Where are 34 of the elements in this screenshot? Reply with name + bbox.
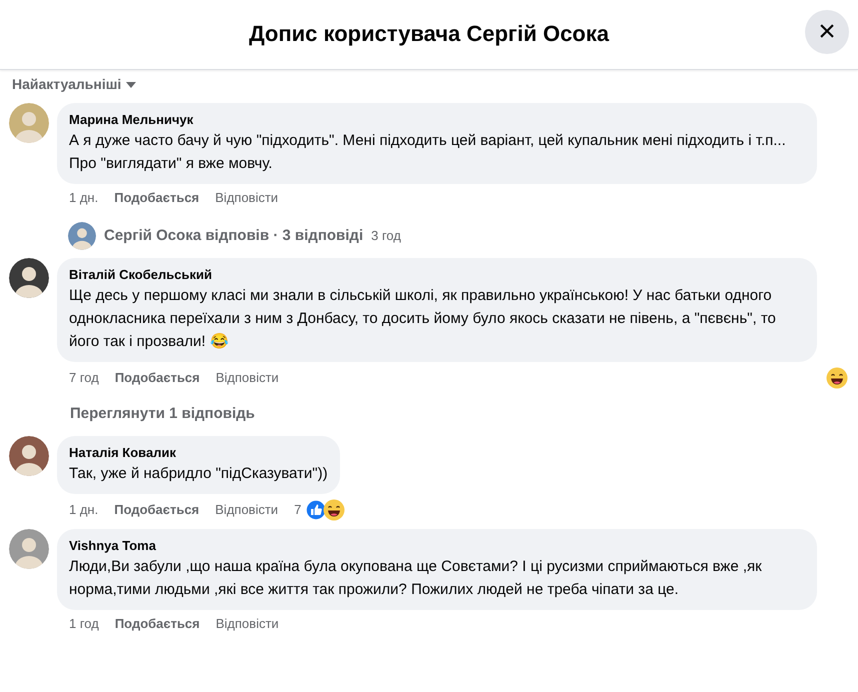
- view-replies-link[interactable]: Переглянути 1 відповідь: [70, 405, 255, 422]
- avatar[interactable]: [9, 436, 49, 476]
- like-link[interactable]: Подобається: [114, 189, 200, 207]
- laughing-emoji-icon: [323, 498, 346, 520]
- reply-link[interactable]: Відповісти: [215, 189, 278, 207]
- comment-text: Так, уже й набридло "підСказувати")): [69, 464, 328, 484]
- comment-text: А я дуже часто бачу й чую "підходить". Мені підходить цей варіант, цей купальник мені підходить і т.п... Про "виглядати" я вже мовчу.: [69, 131, 787, 174]
- avatar[interactable]: [9, 258, 49, 298]
- laughing-emoji-icon: [826, 367, 848, 389]
- author-name[interactable]: Віталій Скобельський: [69, 266, 805, 284]
- replies-link[interactable]: Сергій Осока відповів · 3 відповіді: [104, 224, 364, 248]
- like-link[interactable]: Подобається: [114, 369, 200, 387]
- reaction-summary[interactable]: 7: [294, 498, 346, 520]
- author-name[interactable]: Марина Мельничук: [69, 111, 805, 129]
- like-link[interactable]: Подобається: [114, 614, 200, 632]
- author-name[interactable]: Наталія Ковалик: [69, 444, 328, 462]
- close-button[interactable]: ×: [805, 10, 849, 54]
- comment-time[interactable]: 7 год: [69, 369, 99, 387]
- author-name[interactable]: Vishnya Toma: [69, 536, 805, 554]
- dialog-title: Допис користувача Сергій Осока: [248, 21, 609, 48]
- reply-time: 3 год: [371, 227, 401, 246]
- comment-text: Ще десь у першому класі ми знали в сільській школі, як правильно українською! У нас батьки одного однокласника переїхали з ним з Донбасу, то досить йому було якось сказати не півень, а "пєвєнь", то його так і прозвали! 😂: [69, 286, 777, 352]
- reaction-count: 7: [294, 500, 302, 518]
- comment-time[interactable]: 1 дн.: [69, 500, 98, 518]
- reply-link[interactable]: Відповісти: [216, 614, 279, 632]
- like-icon: [305, 498, 328, 520]
- reply-link[interactable]: Відповісти: [215, 500, 278, 518]
- like-link[interactable]: Подобається: [114, 500, 200, 518]
- comment-time[interactable]: 1 дн.: [69, 189, 98, 207]
- reply-link[interactable]: Відповісти: [216, 369, 279, 387]
- comment-text: Люди,Ви забули ,що наша країна була окупована ще Совєтами? І ці русизми сприймаються вже ,як норма,тими людьми ,які все життя так прожили? Пожилих людей не треба чіпати за це.: [69, 556, 763, 600]
- comment-time[interactable]: 1 год: [69, 614, 99, 632]
- sort-dropdown[interactable]: Найактуальніші: [12, 76, 122, 92]
- caret-icon: [125, 81, 138, 90]
